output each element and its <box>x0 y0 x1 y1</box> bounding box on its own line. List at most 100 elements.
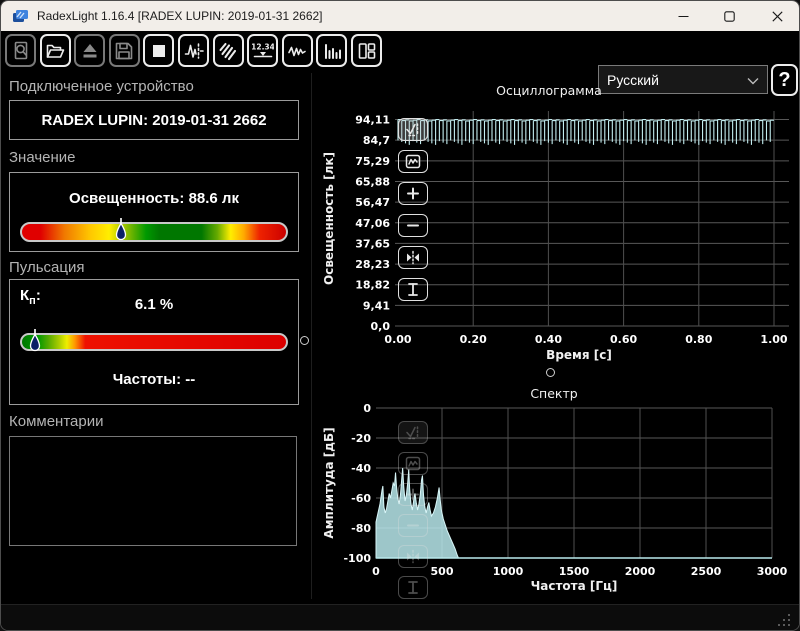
minimize-button[interactable] <box>660 1 706 31</box>
spectrum-xlabel: Частота [Гц] <box>531 579 618 593</box>
svg-text:0: 0 <box>363 402 371 415</box>
svg-text:18,82: 18,82 <box>355 279 390 292</box>
svg-text:0: 0 <box>372 565 380 578</box>
device-section-label: Подключенное устройство <box>9 78 194 95</box>
svg-text:94,11: 94,11 <box>355 114 390 127</box>
pulsation-section-label: Пульсация <box>9 259 85 276</box>
collapse-horizontal-icon <box>407 250 419 265</box>
svg-text:1500: 1500 <box>559 565 590 578</box>
layout-view-button[interactable] <box>351 34 382 67</box>
value-box: Освещенность: 88.6 лк <box>9 172 299 252</box>
svg-text:0.00: 0.00 <box>384 333 411 346</box>
svg-text:1000: 1000 <box>493 565 524 578</box>
save-floppy-icon <box>115 42 133 59</box>
oscillogram-chart[interactable]: 94,11 84,7 75,29 65,88 56,47 47,06 37,65 28,23 1… <box>319 77 799 377</box>
pulse-marker-icon <box>184 42 204 59</box>
minus-icon <box>407 524 419 527</box>
toggle-markers-button[interactable] <box>398 421 428 444</box>
spectrum-title: Спектр <box>530 386 577 401</box>
spectrum-ylabel: Амплитуда [дБ] <box>322 427 336 538</box>
spectrum-toolbuttons <box>398 421 428 599</box>
svg-text:37,65: 37,65 <box>355 237 390 250</box>
zoom-in-button[interactable] <box>398 182 428 205</box>
value-section-label: Значение <box>9 149 76 166</box>
toggle-markers-button[interactable] <box>398 118 428 141</box>
check-markers-icon <box>406 426 419 440</box>
svg-text:-20: -20 <box>351 432 371 445</box>
save-file-button[interactable] <box>108 34 140 67</box>
svg-text:2500: 2500 <box>691 565 722 578</box>
spectrum-chart[interactable]: 0 -20 -40 -60 -80 -100 0 500 1000 1500 2000 2500 300… <box>319 381 799 599</box>
svg-text:0.40: 0.40 <box>535 333 562 346</box>
check-markers-icon <box>406 123 419 137</box>
report-preview-button[interactable] <box>5 34 36 67</box>
svg-text:56,47: 56,47 <box>355 196 390 209</box>
comments-input[interactable] <box>9 436 297 546</box>
eject-icon <box>83 43 97 57</box>
vertical-splitter-handle[interactable] <box>300 336 309 345</box>
plus-icon <box>407 187 419 200</box>
layout-panels-icon <box>358 42 375 59</box>
oscillogram-xlabel: Время [с] <box>546 348 612 362</box>
fit-vertical-button[interactable] <box>398 576 428 599</box>
svg-text:3000: 3000 <box>757 565 788 578</box>
svg-text:-40: -40 <box>351 462 371 475</box>
collapse-horizontal-icon <box>407 549 419 564</box>
pulsation-marker-icon <box>30 329 41 352</box>
fit-all-button[interactable] <box>398 452 428 475</box>
svg-text:0.60: 0.60 <box>610 333 637 346</box>
light-source-button[interactable] <box>212 34 244 67</box>
fit-all-button[interactable] <box>398 150 428 173</box>
window-title: RadexLight 1.16.4 [RADEX LUPIN: 2019-01-… <box>37 9 323 23</box>
ibeam-vertical-icon <box>408 283 418 296</box>
comments-section-label: Комментарии <box>9 413 104 430</box>
svg-text:-80: -80 <box>351 522 371 535</box>
spectrum-bars-icon <box>324 43 341 59</box>
pulse-marker-button[interactable] <box>178 34 209 67</box>
svg-text:75,29: 75,29 <box>355 155 390 168</box>
oscillogram-title: Осциллограмма <box>496 83 602 98</box>
svg-text:2000: 2000 <box>625 565 656 578</box>
spectrum-view-button[interactable] <box>316 34 348 67</box>
oscillogram-ylabel: Освещенность [лк] <box>322 152 336 285</box>
zoom-out-button[interactable] <box>398 514 428 537</box>
report-preview-icon <box>14 41 27 59</box>
numeric-display-icon: 12.34 <box>252 42 274 57</box>
toolbar: 12.34 Русский ? <box>1 31 799 96</box>
vertical-splitter[interactable] <box>311 73 312 599</box>
pulsation-gradient-bar <box>20 329 288 352</box>
kp-value: 6.1 % <box>134 296 174 313</box>
fit-horizontal-button[interactable] <box>398 545 428 568</box>
svg-text:0,0: 0,0 <box>371 320 391 333</box>
status-bar <box>1 604 799 630</box>
minus-icon <box>407 224 419 227</box>
open-file-button[interactable] <box>39 34 71 67</box>
svg-text:-100: -100 <box>343 552 371 565</box>
zoom-out-button[interactable] <box>398 214 428 237</box>
fit-all-icon <box>405 456 421 471</box>
fit-vertical-button[interactable] <box>398 278 428 301</box>
fit-horizontal-button[interactable] <box>398 246 428 269</box>
svg-text:9,41: 9,41 <box>363 299 390 312</box>
maximize-button[interactable] <box>706 1 752 31</box>
svg-text:500: 500 <box>431 565 454 578</box>
pulsation-box: Кп: 6.1 % Частоты: -- <box>9 279 299 405</box>
stop-measurement-button[interactable] <box>143 34 175 67</box>
svg-text:1.00: 1.00 <box>760 333 787 346</box>
close-button[interactable] <box>754 1 799 31</box>
svg-text:0.20: 0.20 <box>460 333 487 346</box>
svg-text:-60: -60 <box>351 492 371 505</box>
fit-all-icon <box>405 154 421 169</box>
svg-text:28,23: 28,23 <box>355 258 390 271</box>
zoom-in-button[interactable] <box>398 483 428 506</box>
plus-icon <box>407 488 419 501</box>
open-folder-icon <box>46 44 65 58</box>
stop-icon <box>152 44 165 57</box>
illuminance-reading: Освещенность: 88.6 лк <box>69 190 239 207</box>
eject-device-button[interactable] <box>74 34 106 67</box>
oscillogram-view-button[interactable] <box>281 34 313 67</box>
svg-text:0.80: 0.80 <box>685 333 712 346</box>
oscillogram-toolbuttons <box>398 118 428 301</box>
resize-grip-icon[interactable] <box>774 611 790 626</box>
numeric-display-button[interactable]: 12.34 <box>247 34 279 67</box>
